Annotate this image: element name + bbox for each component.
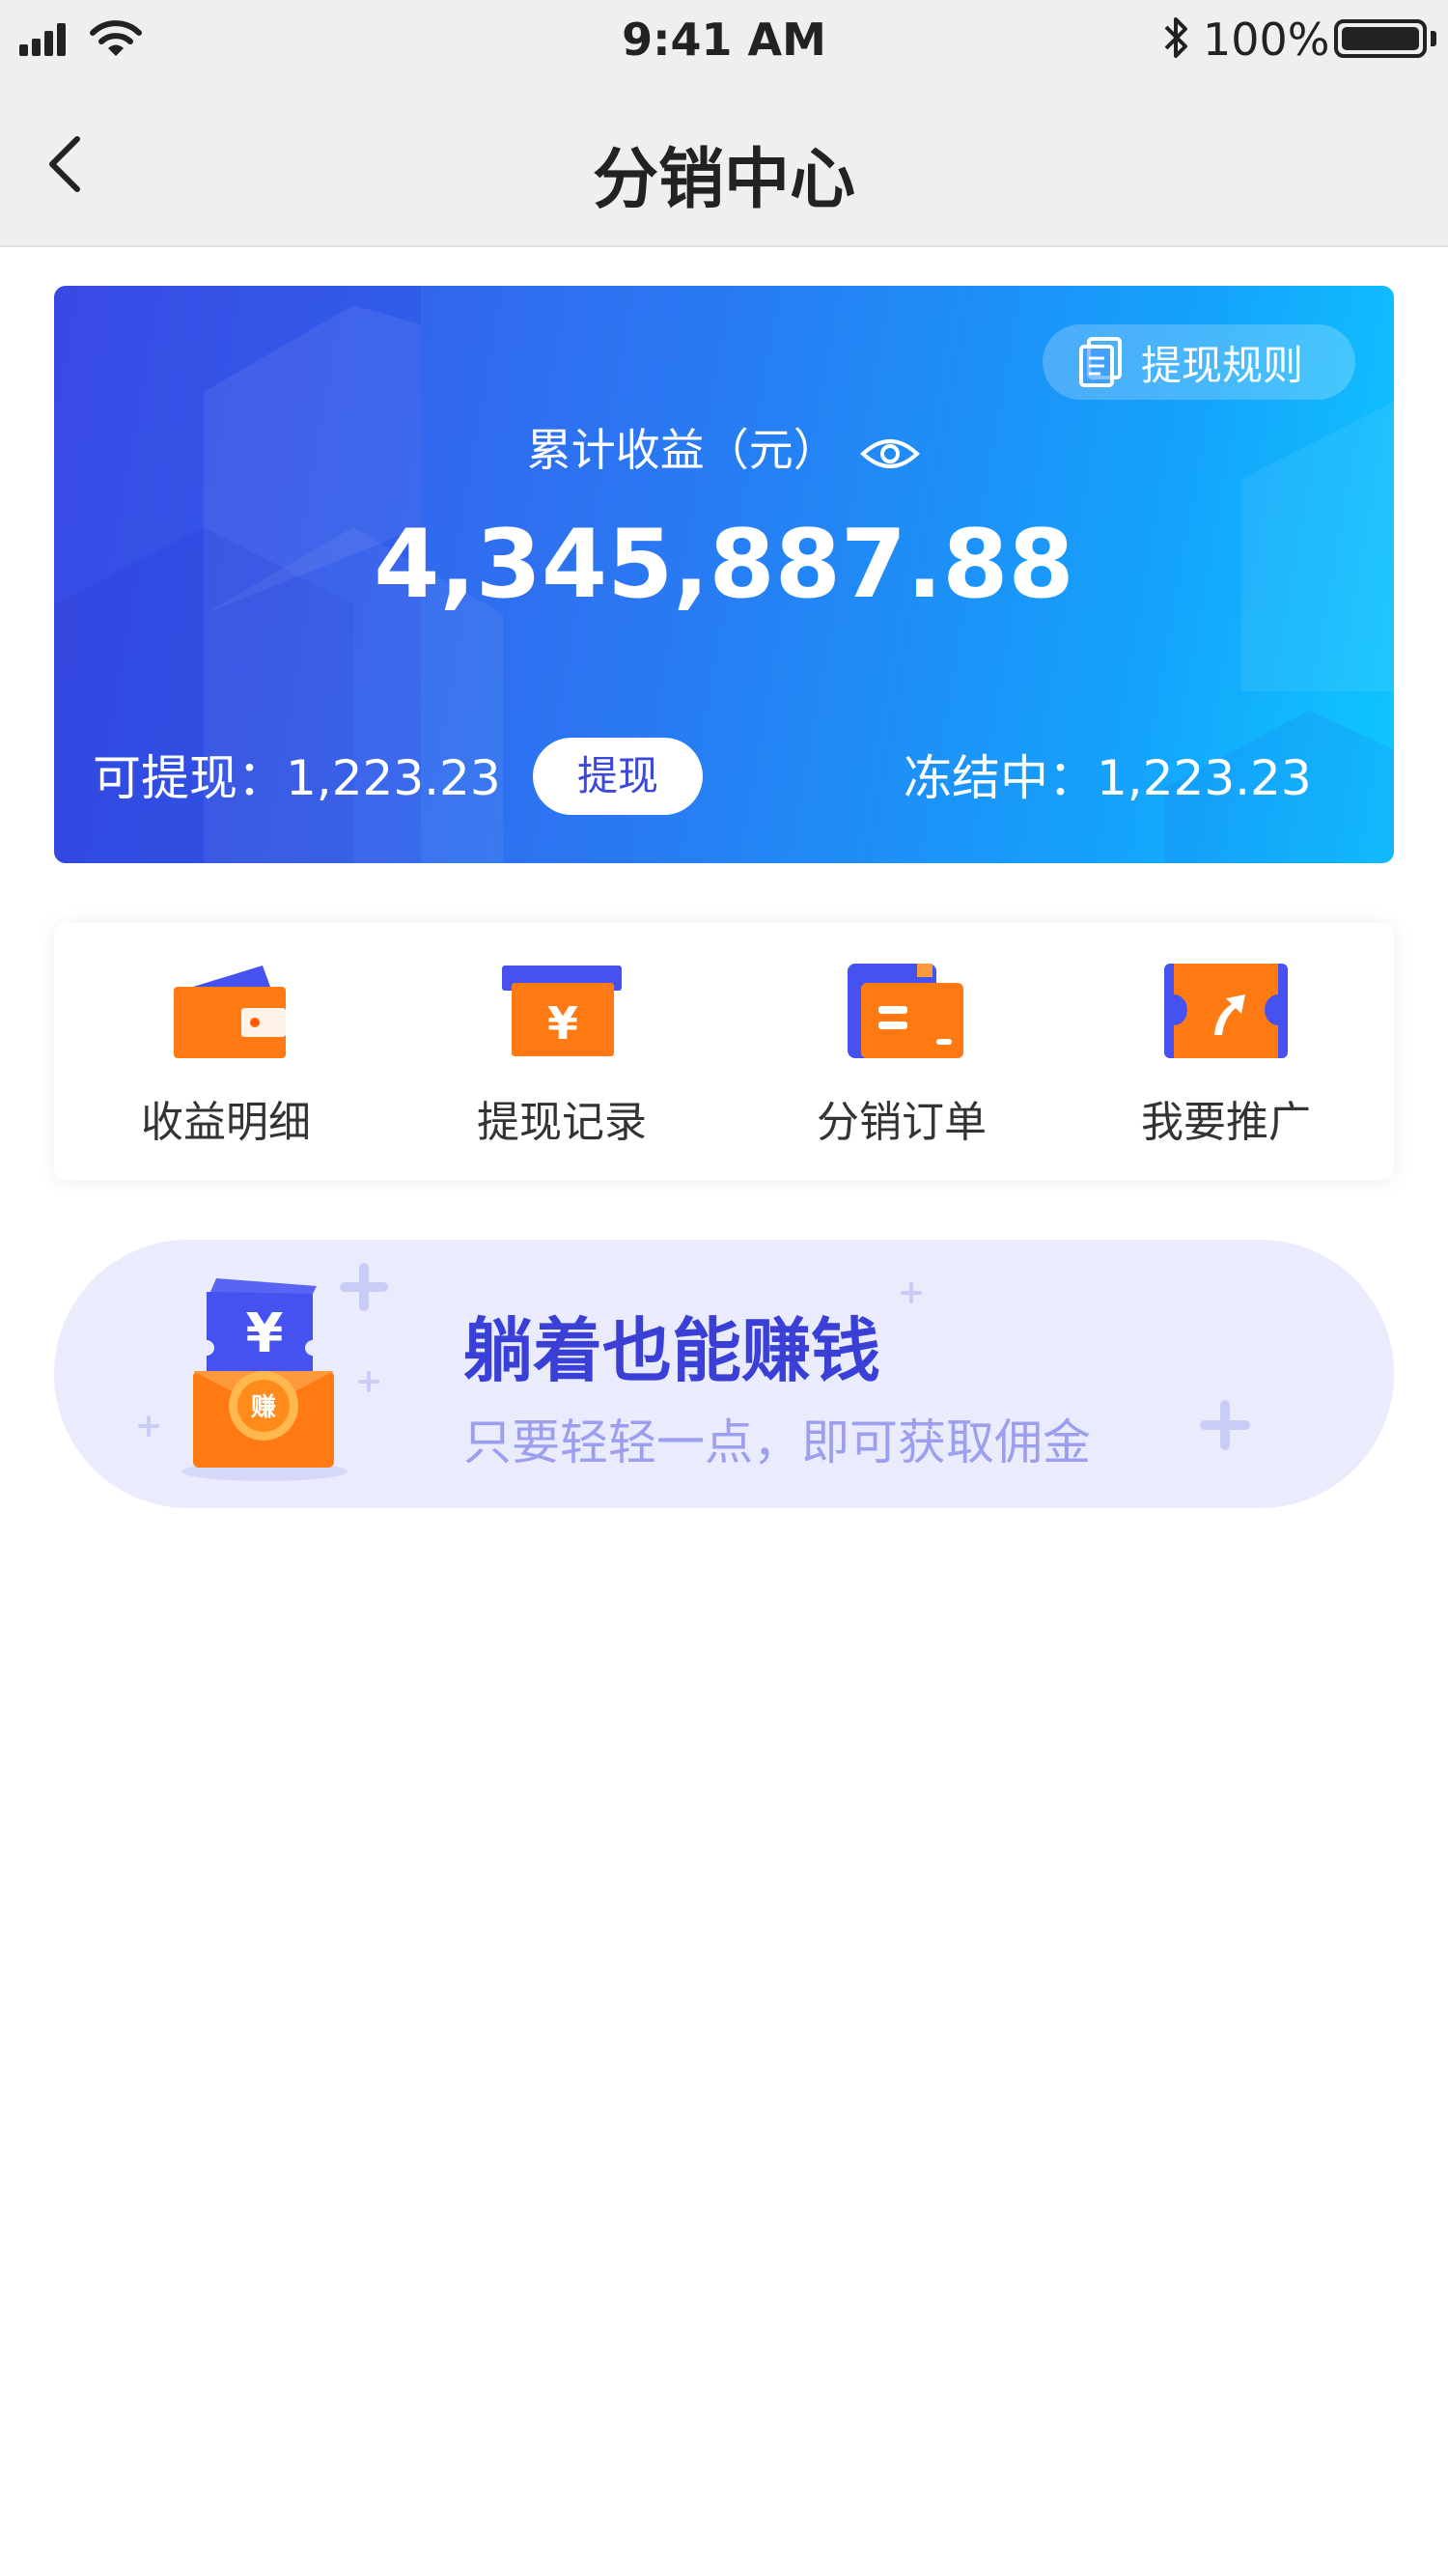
total-earnings-label: 累计收益（元） xyxy=(54,415,1394,479)
wallet-icon xyxy=(174,966,286,1058)
action-label: 提现记录 xyxy=(477,1098,647,1147)
nav-bar: 分销中心 xyxy=(0,85,1448,247)
earnings-card: 提现规则 累计收益（元） 4,345,887.88 可提现：1,223.23 提… xyxy=(54,286,1394,863)
coin-char: 赚 xyxy=(251,1393,276,1422)
total-earnings-value: 4,345,887.88 xyxy=(374,510,1074,620)
status-bar: 9:41 AM 100% xyxy=(0,0,1448,85)
page-title: 分销中心 xyxy=(592,142,855,218)
withdraw-button[interactable]: 提现 xyxy=(533,738,703,815)
promo-subtitle: 只要轻轻一点，即可获取佣金 xyxy=(463,1414,1091,1470)
order-folder-icon xyxy=(848,964,963,1058)
share-ticket-icon xyxy=(1164,964,1288,1058)
yuan-card-icon: ¥ xyxy=(502,966,622,1056)
action-label: 我要推广 xyxy=(1141,1098,1311,1147)
withdraw-rules-label: 提现规则 xyxy=(1141,341,1304,389)
document-icon xyxy=(1079,337,1122,387)
battery-percent: 100% xyxy=(1203,14,1330,66)
svg-text:¥: ¥ xyxy=(547,997,578,1050)
action-label: 分销订单 xyxy=(817,1098,987,1147)
action-distribution-orders[interactable]: 分销订单 xyxy=(757,923,1046,1180)
frozen-amount: 冻结中：1,223.23 xyxy=(904,750,1312,806)
battery-icon xyxy=(1334,19,1427,58)
available-amount: 可提现：1,223.23 xyxy=(93,750,501,806)
ticket-yuan-symbol: ¥ xyxy=(246,1302,284,1365)
action-withdraw-records[interactable]: ¥ 提现记录 xyxy=(417,923,707,1180)
bluetooth-icon xyxy=(1164,17,1187,58)
action-promote[interactable]: 我要推广 xyxy=(1081,923,1371,1180)
promo-title: 躺着也能赚钱 xyxy=(463,1310,881,1391)
action-earnings-detail[interactable]: 收益明细 xyxy=(81,923,371,1180)
quick-actions: 收益明细 ¥ 提现记录 分销订单 我要推广 xyxy=(54,923,1394,1180)
eye-icon[interactable] xyxy=(859,434,921,473)
withdraw-rules-button[interactable]: 提现规则 xyxy=(1043,324,1355,400)
action-label: 收益明细 xyxy=(141,1098,311,1147)
promo-banner[interactable]: ¥ 赚 躺着也能赚钱 只要轻轻一点，即可获取佣金 xyxy=(54,1240,1394,1508)
